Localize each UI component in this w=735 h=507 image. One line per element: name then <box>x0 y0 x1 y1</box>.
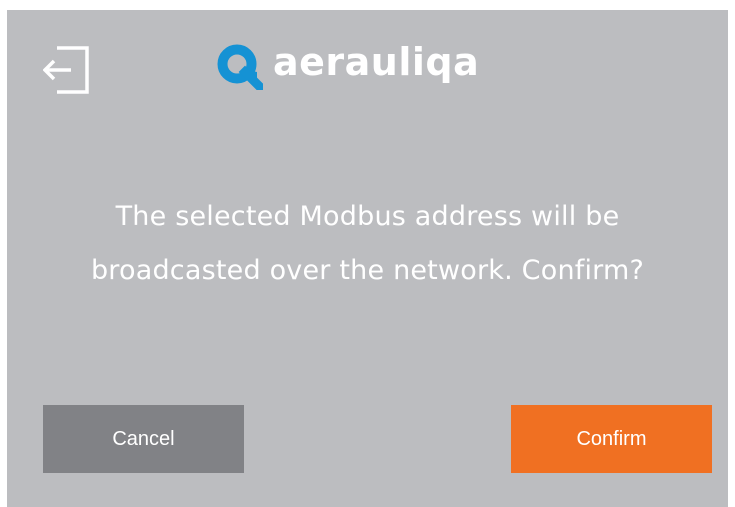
logout-icon <box>43 40 89 96</box>
confirmation-message: The selected Modbus address will be broa… <box>47 190 688 298</box>
logo-text: aerauliqa <box>273 40 480 84</box>
brand-logo: aerauliqa <box>215 40 479 90</box>
logout-button[interactable] <box>43 40 89 96</box>
message-line-1: The selected Modbus address will be <box>115 201 620 232</box>
confirm-button-label: Confirm <box>576 427 647 450</box>
message-line-2: broadcasted over the network. Confirm? <box>90 255 645 286</box>
cancel-button[interactable]: Cancel <box>43 405 244 473</box>
cancel-button-label: Cancel <box>112 427 175 450</box>
confirm-screen: aerauliqa The selected Modbus address wi… <box>7 10 728 507</box>
confirm-button[interactable]: Confirm <box>511 405 712 473</box>
logo-mark-icon <box>215 42 263 90</box>
